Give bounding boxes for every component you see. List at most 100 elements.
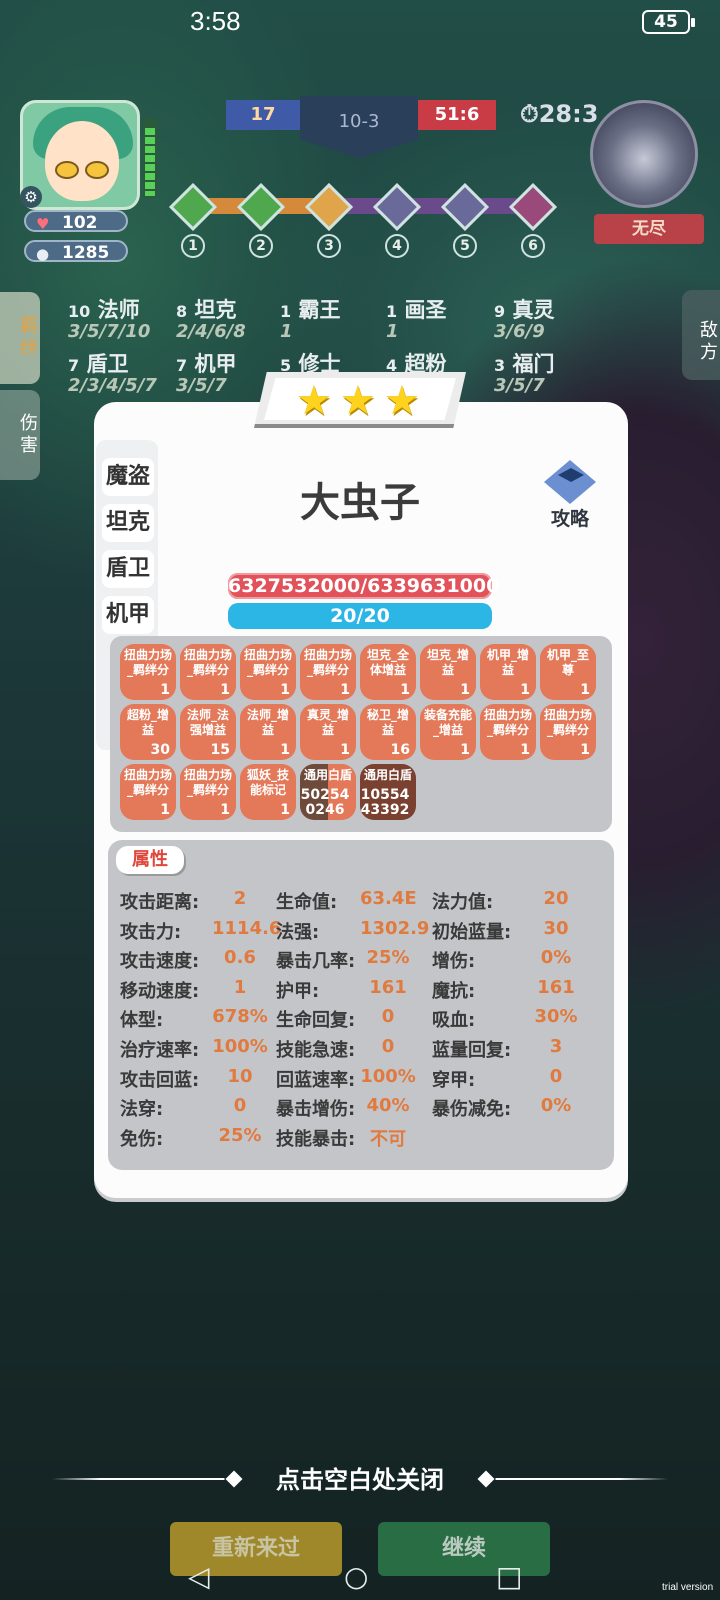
buff-name: 扭曲力场_羁绊分 <box>183 648 232 677</box>
buff-tile[interactable]: 扭曲力场_羁绊分 1 <box>180 644 236 700</box>
attribute-label: 增伤: <box>432 951 476 973</box>
buff-tile[interactable]: 扭曲力场_羁绊分 1 <box>540 704 596 760</box>
attribute-label: 回蓝速率: <box>276 1069 356 1091</box>
buff-tile[interactable]: 真灵_增益 1 <box>300 704 356 760</box>
synergy-item[interactable]: 9 真灵 3/6/9 <box>494 294 554 342</box>
buff-tile[interactable]: 法师_增益 1 <box>240 704 296 760</box>
tab-enemy[interactable]: 敌方 <box>682 290 720 380</box>
buff-value: 1 <box>160 802 170 818</box>
buff-tile[interactable]: 装备充能_增益 1 <box>420 704 476 760</box>
buff-tile[interactable]: 机甲_至尊 1 <box>540 644 596 700</box>
attribute-value: 100% <box>360 1065 416 1087</box>
attribute-row: 移动速度: 1 <box>120 977 246 1003</box>
attribute-label: 技能暴击: <box>276 1128 356 1150</box>
attribute-row: 治疗速率: 100% <box>120 1036 268 1062</box>
synergy-item[interactable]: 7 盾卫 2/3/4/5/7 <box>68 348 157 396</box>
nav-back-icon[interactable]: ◁ <box>188 1560 210 1593</box>
attribute-row: 穿甲: 0 <box>432 1066 562 1092</box>
attribute-label: 暴击增伤: <box>276 1099 356 1121</box>
player-level-bar <box>143 118 157 198</box>
buff-value: 1 <box>280 802 290 818</box>
buff-tile[interactable]: 扭曲力场_羁绊分 1 <box>300 644 356 700</box>
star-icon: ★ <box>340 378 376 424</box>
settings-gear-icon[interactable]: ⚙ <box>20 186 42 208</box>
buff-tile[interactable]: 坦克_增益 1 <box>420 644 476 700</box>
close-hint[interactable]: 点击空白处关闭 <box>220 1460 500 1495</box>
tab-synergy[interactable]: 羁绊 <box>0 292 40 384</box>
attribute-row: 增伤: 0% <box>432 947 571 973</box>
buff-value: 1 <box>460 682 470 698</box>
buff-tile[interactable]: 扭曲力场_羁绊分 1 <box>180 764 236 820</box>
buff-name: 机甲_至尊 <box>546 648 589 677</box>
player-hp-pill: ♥ 102 <box>24 210 128 233</box>
buff-name: 坦克_全体增益 <box>366 648 409 677</box>
attribute-value: 3 <box>549 1036 563 1057</box>
attribute-row: 法穿: 0 <box>120 1095 246 1121</box>
attribute-value: 25% <box>218 1124 262 1146</box>
attribute-label: 法力值: <box>432 892 494 913</box>
guide-button[interactable]: 攻略 <box>536 460 604 530</box>
buff-tile[interactable]: 狐妖_技能标记 1 <box>240 764 296 820</box>
enemy-avatar[interactable] <box>590 100 698 208</box>
buff-tile[interactable]: 通用白盾 1055443392 <box>360 764 416 820</box>
round-right-score: 51:6 <box>418 100 496 130</box>
attribute-value: 678% <box>212 1006 268 1028</box>
buff-tile[interactable]: 秘卫_增益 16 <box>360 704 416 760</box>
synergy-item[interactable]: 7 机甲 3/5/7 <box>176 348 236 396</box>
buff-tile[interactable]: 超粉_增益 30 <box>120 704 176 760</box>
synergy-item[interactable]: 3 福门 3/5/7 <box>494 348 554 396</box>
star-icon: ★ <box>296 378 332 424</box>
attribute-row: 暴击几率: 25% <box>276 947 410 973</box>
stage-num-1: 1 <box>181 234 205 258</box>
attribute-label: 魔抗: <box>432 980 476 1002</box>
continue-button[interactable]: 继续 <box>378 1522 550 1576</box>
tab-damage[interactable]: 伤害 <box>0 390 40 480</box>
synergy-item[interactable]: 5 修士 <box>280 348 340 376</box>
attribute-value: 40% <box>366 1095 410 1117</box>
synergy-item[interactable]: 1 画圣 1 <box>386 294 446 342</box>
player-gold-pill: ● 1285 <box>24 240 128 263</box>
attribute-row: 技能暴击: 不可 <box>276 1125 406 1151</box>
buff-tile[interactable]: 扭曲力场_羁绊分 1 <box>480 704 536 760</box>
attribute-value: 0 <box>549 1065 563 1087</box>
attribute-label: 治疗速率: <box>120 1040 200 1061</box>
trait-tab[interactable]: 机甲 <box>102 596 154 634</box>
attribute-label: 生命值: <box>276 892 338 913</box>
attribute-row: 暴击增伤: 40% <box>276 1095 410 1121</box>
stage-num-4: 4 <box>385 234 409 258</box>
synergy-item[interactable]: 8 坦克 2/4/6/8 <box>176 294 246 342</box>
trait-tab[interactable]: 盾卫 <box>102 550 154 588</box>
attribute-value: 20 <box>543 888 569 909</box>
synergy-item[interactable]: 4 超粉 <box>386 348 446 376</box>
buff-tile[interactable]: 扭曲力场_羁绊分 1 <box>120 764 176 820</box>
synergy-item[interactable]: 10 法师 3/5/7/10 <box>68 294 150 342</box>
attribute-row: 生命回复: 0 <box>276 1006 394 1032</box>
attribute-label: 初始蓝量: <box>432 921 512 943</box>
buff-tile[interactable]: 机甲_增益 1 <box>480 644 536 700</box>
buff-value: 1055443392 <box>360 787 410 818</box>
battery-indicator: 45 <box>642 10 695 34</box>
nav-home-icon[interactable]: ○ <box>344 1560 368 1593</box>
trait-tab[interactable]: 魔盗 <box>102 458 154 496</box>
buff-value: 16 <box>390 742 410 758</box>
synergy-item[interactable]: 1 霸王 1 <box>280 294 340 342</box>
attribute-value: 不可 <box>370 1128 406 1150</box>
buff-tile[interactable]: 扭曲力场_羁绊分 1 <box>240 644 296 700</box>
attribute-value: 161 <box>537 976 575 998</box>
buff-tile[interactable]: 法师_法强增益 15 <box>180 704 236 760</box>
attribute-value: 30% <box>534 1006 578 1028</box>
trait-tab[interactable]: 坦克 <box>102 504 154 542</box>
attribute-row: 攻击回蓝: 10 <box>120 1066 253 1092</box>
status-time: 3:58 <box>190 6 241 36</box>
attribute-label: 攻击速度: <box>120 951 200 973</box>
buff-tile[interactable]: 扭曲力场_羁绊分 1 <box>120 644 176 700</box>
player-hp-value: 102 <box>62 213 98 233</box>
buff-tile[interactable]: 坦克_全体增益 1 <box>360 644 416 700</box>
attribute-label: 攻击力: <box>120 921 182 943</box>
buff-tile[interactable]: 通用白盾 502540246 <box>300 764 356 820</box>
buff-name: 机甲_增益 <box>486 648 529 677</box>
attribute-row: 护甲: 161 <box>276 977 407 1003</box>
attribute-label: 法穿: <box>120 1099 164 1121</box>
attribute-value: 10 <box>227 1065 253 1087</box>
nav-recent-icon[interactable]: □ <box>496 1560 522 1593</box>
